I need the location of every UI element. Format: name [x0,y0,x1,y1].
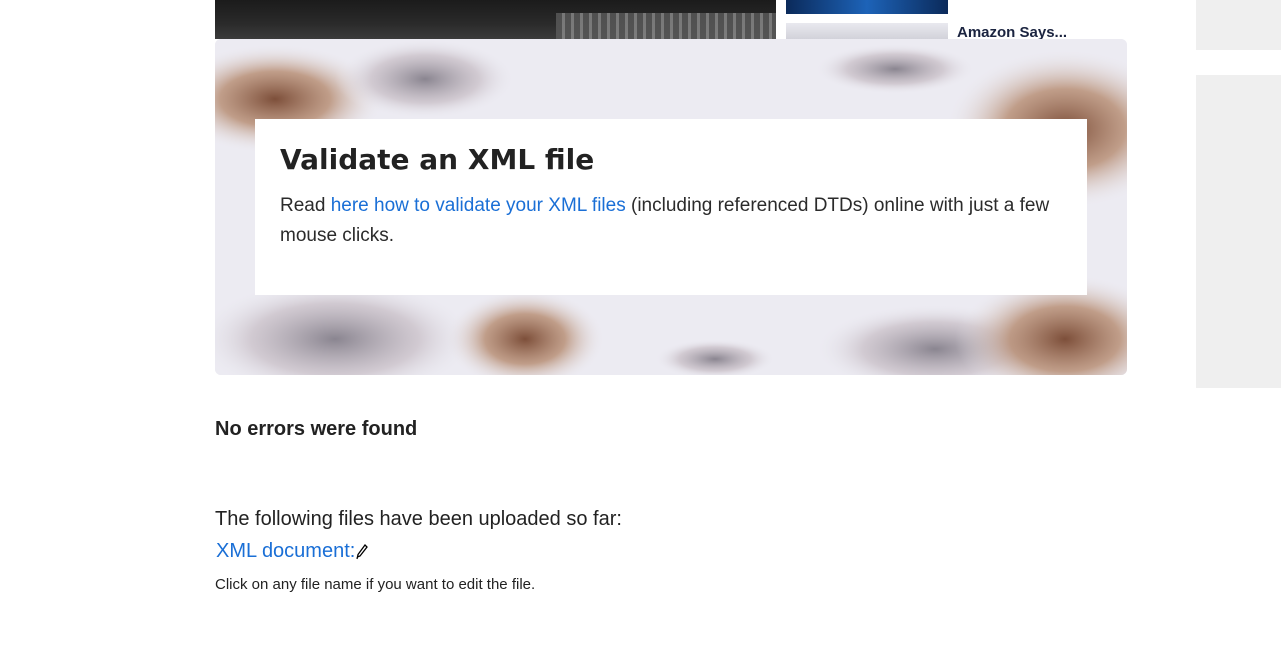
sidebar-placeholder [1196,0,1281,50]
hero-text-prefix: Read [280,195,331,216]
featured-article-image[interactable] [215,0,776,39]
validation-howto-link[interactable]: here how to validate your XML files [331,195,626,216]
file-list-item[interactable]: XML document: [216,540,369,566]
page: Amazon Says... Validate an XML file Read… [0,0,1281,648]
validation-result: No errors were found [215,418,418,440]
xml-document-link[interactable]: XML document: [216,540,355,562]
building-photo-detail [556,13,776,39]
pencil-icon[interactable] [356,543,369,566]
sidebar-ad-placeholder [1196,75,1281,388]
hero-description: Read here how to validate your XML files… [280,191,1070,251]
news-thumbnail[interactable] [786,0,948,14]
page-title: Validate an XML file [280,143,595,176]
hero-card: Validate an XML file Read here how to va… [255,119,1087,295]
news-thumbnail[interactable] [786,23,948,39]
edit-hint: Click on any file name if you want to ed… [215,576,536,593]
uploaded-files-heading: The following files have been uploaded s… [215,508,622,530]
hero-banner: Validate an XML file Read here how to va… [215,39,1127,375]
